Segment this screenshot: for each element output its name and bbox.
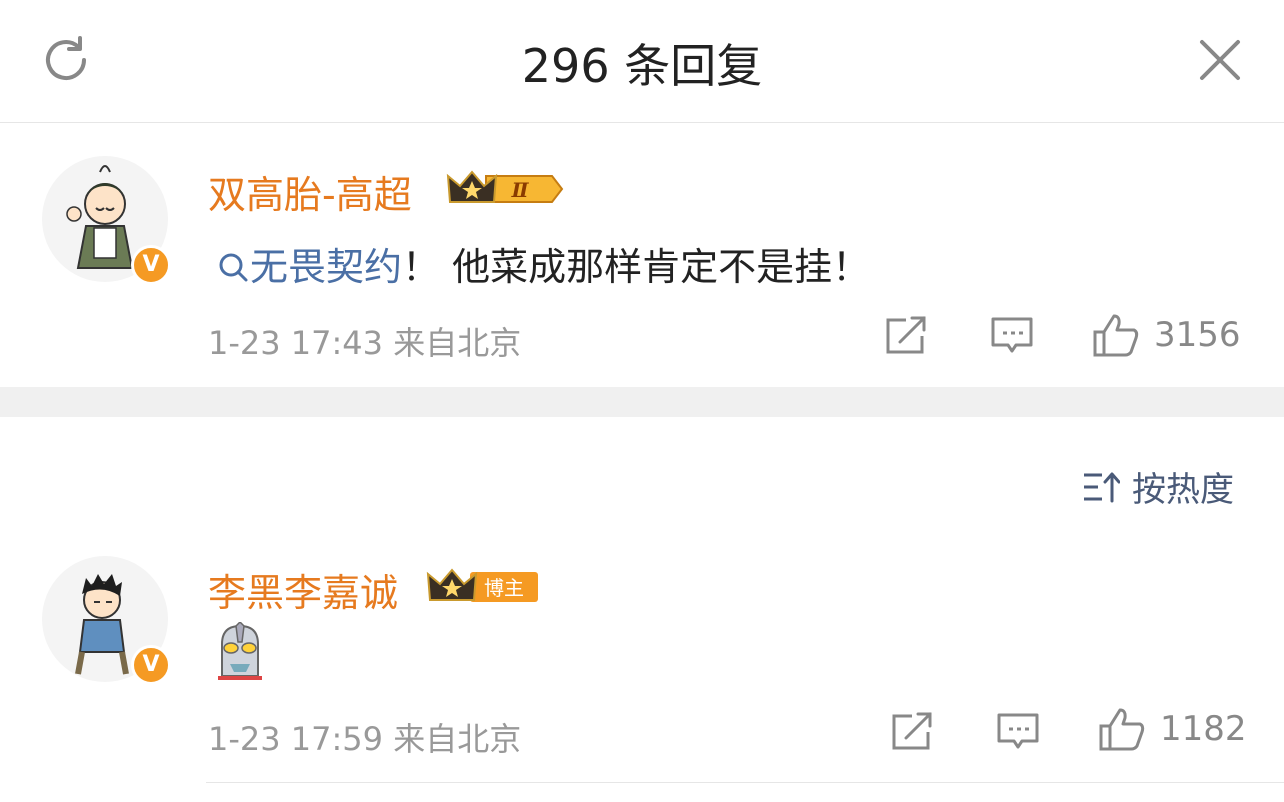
avatar[interactable]: V — [42, 156, 171, 285]
share-button[interactable] — [890, 712, 934, 752]
verified-badge: V — [131, 645, 171, 685]
share-icon — [886, 316, 926, 354]
reply-username[interactable]: 李黑李嘉诚 — [208, 562, 398, 617]
like-button[interactable]: 1182 — [1098, 706, 1247, 752]
comment-text: ！ 他菜成那样肯定不是挂！ — [402, 245, 871, 289]
comment-time: 1-23 17:43 — [208, 324, 384, 362]
sort-by-hot-button[interactable]: 按热度 — [1082, 462, 1234, 511]
close-icon — [1200, 40, 1240, 80]
crown-badge-icon: Ⅱ — [446, 170, 564, 203]
like-button[interactable]: 3156 — [1092, 312, 1241, 358]
share-button[interactable] — [884, 316, 928, 356]
topic-link[interactable]: 无畏契约 — [250, 245, 402, 289]
thumbs-up-icon — [1099, 708, 1145, 751]
crown-badge-icon: 博主 — [426, 568, 538, 602]
share-icon — [892, 712, 932, 750]
close-button[interactable] — [1192, 32, 1248, 88]
search-icon — [219, 253, 248, 282]
like-count: 3156 — [1154, 315, 1241, 355]
comment-icon — [991, 317, 1033, 353]
comment-content: 无畏契约！ 他菜成那样肯定不是挂！ — [216, 236, 870, 291]
reply-button[interactable] — [996, 712, 1040, 752]
comment-meta: 1-23 17:43 来自北京 — [208, 318, 521, 364]
row-divider — [206, 782, 1284, 783]
author-badge-label: 博主 — [484, 576, 524, 600]
header-bar: 296 条回复 — [0, 0, 1284, 123]
section-divider — [0, 387, 1284, 417]
level-badge-label: Ⅱ — [511, 178, 530, 202]
like-count: 1182 — [1160, 709, 1247, 749]
sort-icon — [1084, 472, 1120, 502]
verified-badge: V — [131, 245, 171, 285]
page-title: 296 条回复 — [521, 39, 763, 93]
comment-icon — [997, 713, 1039, 749]
reply-button[interactable] — [990, 316, 1034, 356]
ultraman-emoji — [218, 622, 262, 680]
comment-location: 来自北京 — [393, 324, 522, 362]
sort-label: 按热度 — [1132, 470, 1234, 510]
reply-time: 1-23 17:59 — [208, 720, 384, 758]
reply-location: 来自北京 — [393, 720, 522, 758]
comment-username[interactable]: 双高胎-高超 — [208, 164, 412, 219]
thumbs-up-icon — [1093, 314, 1139, 357]
avatar[interactable]: V — [42, 556, 171, 685]
reply-meta: 1-23 17:59 来自北京 — [208, 714, 521, 760]
